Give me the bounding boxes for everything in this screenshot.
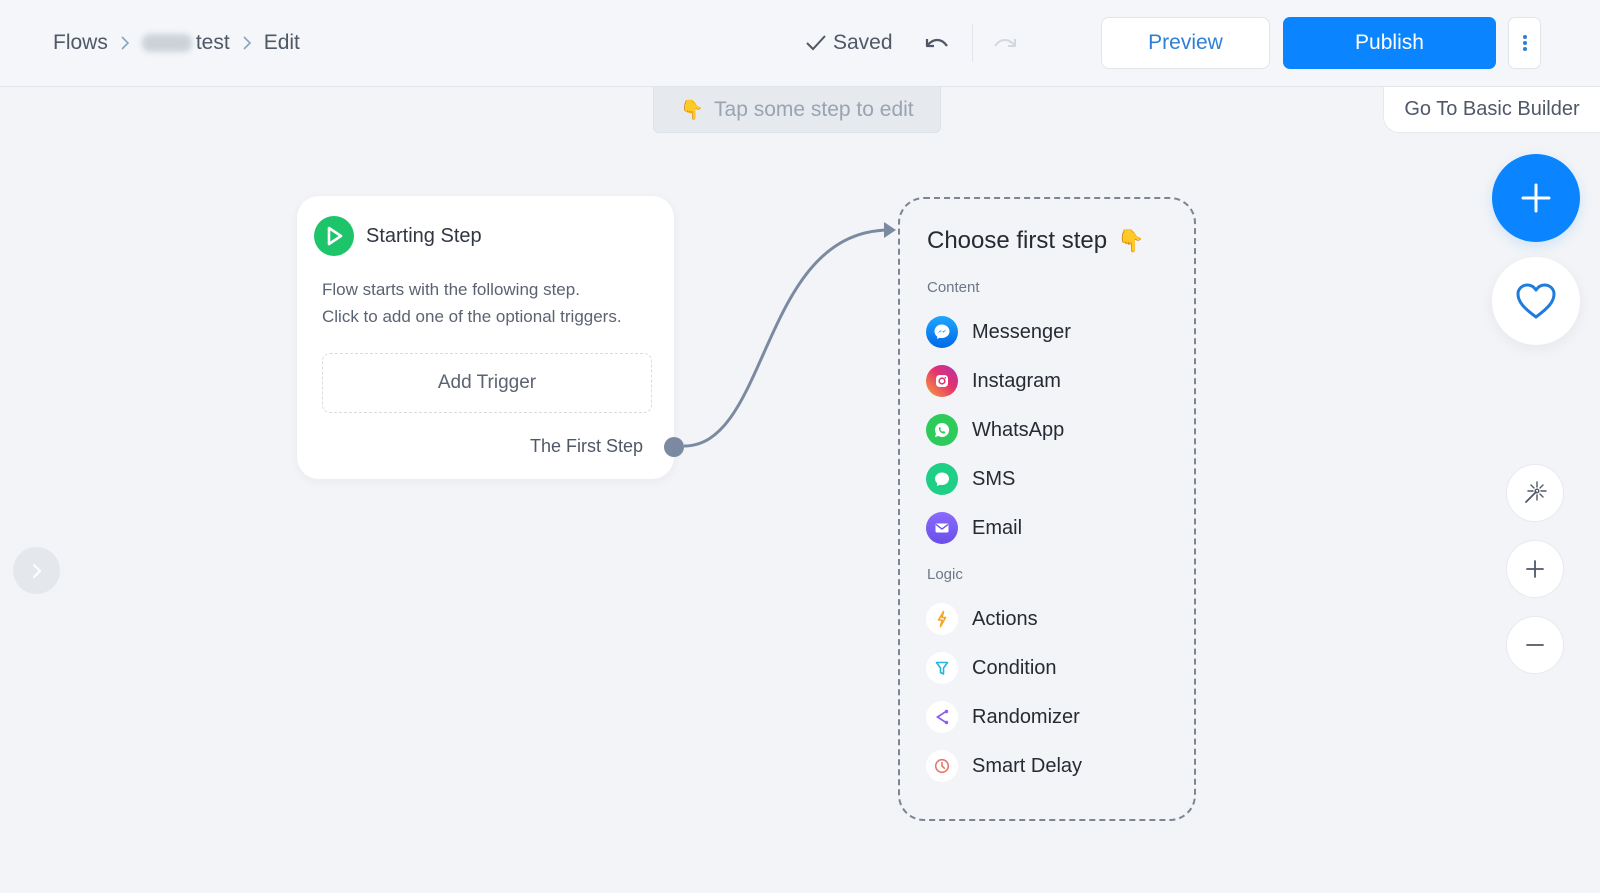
chevron-right-icon: [120, 35, 130, 51]
section-label-content: Content: [927, 279, 980, 296]
choose-first-step-panel: Choose first step 👇 Content Messenger In…: [898, 197, 1196, 821]
favorites-button[interactable]: [1492, 257, 1580, 345]
option-label: Messenger: [972, 320, 1071, 343]
blurred-text: [141, 34, 192, 53]
description-line: Click to add one of the optional trigger…: [322, 307, 622, 326]
toolbar-divider: [972, 24, 973, 62]
option-label: Randomizer: [972, 705, 1080, 728]
breadcrumb-edit: Edit: [263, 31, 300, 54]
description-line: Flow starts with the following step.: [322, 280, 580, 299]
option-sms[interactable]: SMS: [926, 459, 1015, 499]
breadcrumb-flow-name-label: test: [195, 31, 230, 54]
chevron-right-icon: [32, 563, 41, 578]
canvas-hint-text: Tap some step to edit: [714, 97, 914, 121]
instagram-icon: [926, 365, 958, 397]
connector-line: [683, 222, 896, 448]
choose-panel-title: Choose first step 👇: [927, 227, 1145, 255]
go-to-basic-builder-button[interactable]: Go To Basic Builder: [1383, 87, 1600, 133]
minus-icon: [1526, 644, 1544, 646]
add-step-button[interactable]: [1492, 154, 1580, 242]
option-messenger[interactable]: Messenger: [926, 312, 1071, 352]
connector-path: [683, 228, 891, 448]
starting-step-header: Starting Step: [314, 216, 482, 256]
chevron-right-icon: [242, 35, 252, 51]
option-label: Email: [972, 516, 1023, 539]
option-label: Instagram: [972, 369, 1061, 392]
email-icon: [926, 512, 958, 544]
pointing-down-icon: 👇: [1117, 228, 1145, 253]
filter-icon: [926, 652, 958, 684]
output-port-handle[interactable]: [664, 437, 684, 457]
zoom-out-button[interactable]: [1506, 616, 1564, 674]
breadcrumb-flow-name[interactable]: test: [141, 31, 230, 55]
magic-wand-icon: [1525, 481, 1547, 503]
canvas-hint: 👇 Tap some step to edit: [653, 87, 941, 133]
undo-button[interactable]: [922, 30, 952, 56]
zoom-in-button[interactable]: [1506, 540, 1564, 598]
redo-button[interactable]: [990, 30, 1020, 56]
section-label-logic: Logic: [927, 566, 963, 583]
option-randomizer[interactable]: Randomizer: [926, 697, 1080, 737]
option-condition[interactable]: Condition: [926, 648, 1057, 688]
option-label: Actions: [972, 607, 1038, 630]
starting-step-card[interactable]: Starting Step Flow starts with the follo…: [297, 196, 674, 479]
preview-button[interactable]: Preview: [1101, 17, 1270, 69]
plus-icon: [1526, 560, 1544, 578]
more-vertical-icon: [1522, 35, 1527, 51]
arrow-head-icon: [884, 222, 896, 238]
option-email[interactable]: Email: [926, 508, 1022, 548]
clock-icon: [926, 750, 958, 782]
sms-icon: [926, 463, 958, 495]
add-trigger-button[interactable]: Add Trigger: [322, 353, 652, 413]
pointing-down-icon: 👇: [680, 99, 705, 121]
plus-icon: [1521, 183, 1551, 213]
option-smart-delay[interactable]: Smart Delay: [926, 746, 1082, 786]
option-label: Condition: [972, 656, 1057, 679]
starting-step-description: Flow starts with the following step. Cli…: [322, 276, 622, 330]
option-instagram[interactable]: Instagram: [926, 361, 1061, 401]
heart-icon: [1516, 283, 1556, 319]
whatsapp-icon: [926, 414, 958, 446]
undo-icon: [925, 38, 948, 48]
magic-arrange-button[interactable]: [1506, 464, 1564, 522]
save-status-label: Saved: [833, 31, 893, 54]
option-actions[interactable]: Actions: [926, 599, 1038, 639]
option-label: Smart Delay: [972, 754, 1083, 777]
option-whatsapp[interactable]: WhatsApp: [926, 410, 1064, 450]
breadcrumb-flows[interactable]: Flows: [53, 31, 108, 55]
checkmark-icon: [806, 35, 826, 51]
option-label: WhatsApp: [972, 418, 1065, 441]
choose-panel-title-text: Choose first step: [927, 227, 1108, 254]
breadcrumb: Flows test Edit: [53, 28, 300, 58]
redo-icon: [994, 39, 1016, 47]
option-label: SMS: [972, 467, 1016, 490]
play-icon: [314, 216, 354, 256]
lightning-icon: [926, 603, 958, 635]
save-status: Saved: [805, 28, 893, 58]
output-label: The First Step: [529, 436, 643, 456]
split-icon: [926, 701, 958, 733]
messenger-icon: [926, 316, 958, 348]
expand-sidebar-button[interactable]: [13, 547, 60, 594]
more-options-button[interactable]: [1508, 17, 1541, 69]
publish-button[interactable]: Publish: [1283, 17, 1496, 69]
starting-step-title: Starting Step: [366, 224, 482, 247]
top-bar: Flows test Edit Saved Preview Publish: [0, 0, 1600, 87]
